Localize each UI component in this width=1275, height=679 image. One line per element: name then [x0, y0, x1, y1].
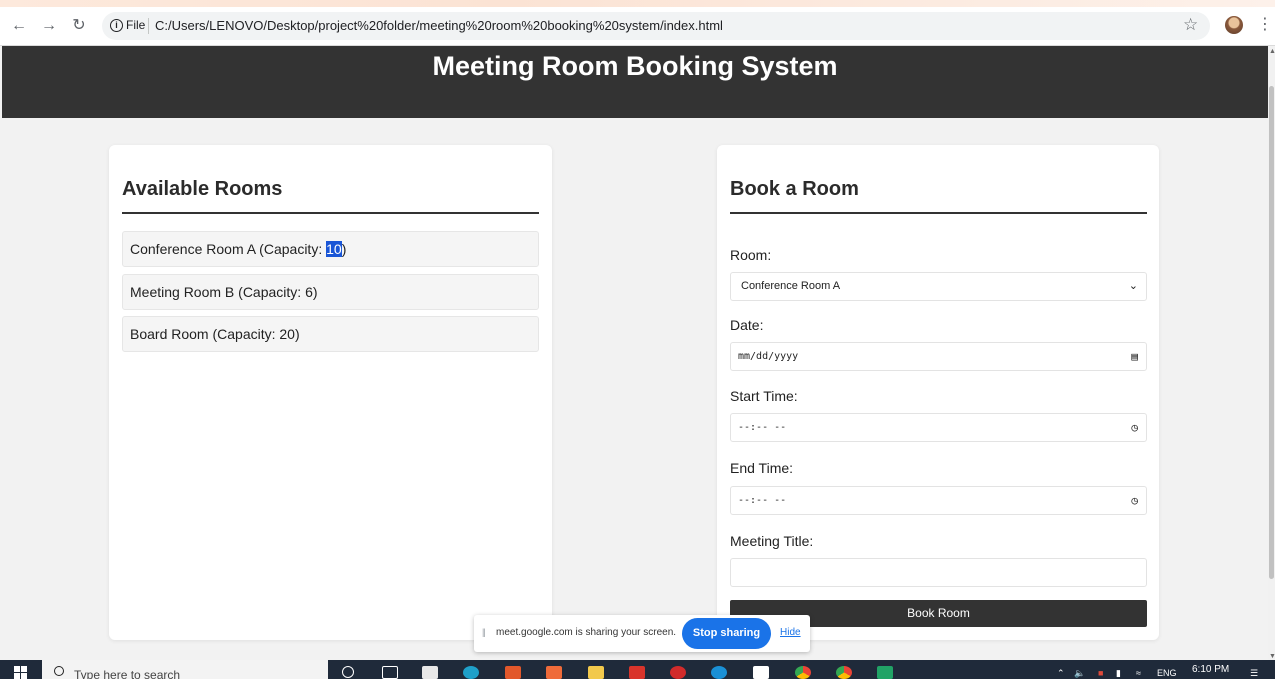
hide-link[interactable]: Hide: [780, 627, 801, 638]
stop-sharing-button[interactable]: Stop sharing: [682, 618, 771, 649]
heading-divider: [122, 212, 539, 214]
bookmark-star-icon[interactable]: ☆: [1183, 15, 1198, 35]
url-text[interactable]: C:/Users/LENOVO/Desktop/project%20folder…: [155, 18, 723, 33]
end-time-label: End Time:: [730, 460, 794, 476]
scroll-up-icon[interactable]: ▲: [1269, 48, 1275, 55]
battery-icon[interactable]: ▮: [1116, 668, 1121, 679]
scrollbar-thumb[interactable]: [1269, 86, 1274, 579]
end-time-placeholder: --:-- --: [738, 495, 787, 506]
reload-icon[interactable]: ↻: [69, 16, 89, 36]
back-icon[interactable]: ←: [9, 16, 29, 36]
room-item: Meeting Room B (Capacity: 6): [122, 274, 539, 310]
task-view-icon[interactable]: [382, 666, 398, 679]
room-item: Conference Room A (Capacity: 10): [122, 231, 539, 267]
store-icon[interactable]: [422, 666, 438, 679]
end-time-input[interactable]: --:-- -- ◷: [730, 486, 1147, 515]
wifi-icon[interactable]: ≈: [1136, 668, 1141, 678]
date-input[interactable]: mm/dd/yyyy ▤: [730, 342, 1147, 371]
start-time-placeholder: --:-- --: [738, 422, 787, 433]
site-info-icon[interactable]: i: [110, 19, 123, 32]
available-rooms-panel: Available Rooms Conference Room A (Capac…: [109, 145, 552, 640]
taskbar-clock[interactable]: 6:10 PM: [1192, 664, 1229, 675]
room-select[interactable]: Conference Room A ⌄: [730, 272, 1147, 301]
edge-icon[interactable]: [463, 666, 479, 679]
taskbar: Type here to search ⌃ 🔈 ■ ▮ ≈ ENG 6:10 P…: [0, 660, 1275, 679]
chrome-icon[interactable]: [795, 666, 811, 679]
browser-toolbar: ← → ↻ i File C:/Users/LENOVO/Desktop/pro…: [0, 0, 1275, 46]
clock-icon[interactable]: ◷: [1131, 487, 1138, 514]
room-item: Board Room (Capacity: 20): [122, 316, 539, 352]
envelope-icon[interactable]: [753, 666, 769, 679]
volume-icon[interactable]: 🔈: [1074, 668, 1085, 679]
tab-strip: [0, 0, 1275, 7]
language-indicator[interactable]: ENG: [1157, 668, 1177, 678]
cortana-icon[interactable]: [342, 666, 354, 678]
forward-icon[interactable]: →: [39, 16, 59, 36]
browser-menu-icon[interactable]: ⋮: [1257, 14, 1273, 34]
start-time-label: Start Time:: [730, 388, 798, 404]
date-field-label: Date:: [730, 317, 764, 333]
page-scrollbar[interactable]: ▲ ▼: [1268, 46, 1275, 660]
room-label-suffix: ): [341, 241, 347, 257]
screen-share-bar: || meet.google.com is sharing your scree…: [474, 615, 810, 652]
taskbar-search-box[interactable]: Type here to search: [42, 660, 328, 679]
book-room-heading: Book a Room: [730, 178, 859, 200]
opera-icon[interactable]: [670, 666, 686, 679]
available-rooms-heading: Available Rooms: [122, 178, 283, 200]
heading-divider: [730, 212, 1147, 214]
page-header: Meeting Room Booking System: [2, 46, 1268, 118]
room-capacity-selected: 10: [326, 241, 342, 257]
excel-icon[interactable]: [877, 666, 893, 679]
drag-handle-icon[interactable]: ||: [482, 627, 486, 637]
book-room-panel: Book a Room Room: Conference Room A ⌄ Da…: [717, 145, 1159, 640]
room-label-prefix: Conference Room A (Capacity:: [130, 241, 327, 257]
page-title: Meeting Room Booking System: [432, 51, 838, 81]
room-label: Meeting Room B (Capacity: 6): [130, 284, 318, 300]
address-divider: [148, 18, 149, 34]
paint-app-icon[interactable]: [546, 666, 562, 679]
meeting-title-label: Meeting Title:: [730, 533, 814, 549]
windows-start-icon[interactable]: [14, 666, 27, 679]
address-bar[interactable]: i File C:/Users/LENOVO/Desktop/project%2…: [102, 12, 1210, 40]
skype-icon[interactable]: [711, 666, 727, 679]
antivirus-icon[interactable]: ■: [1098, 668, 1103, 678]
profile-avatar[interactable]: [1225, 16, 1243, 34]
start-time-input[interactable]: --:-- -- ◷: [730, 413, 1147, 442]
mail-app-icon[interactable]: [629, 666, 645, 679]
calendar-icon[interactable]: ▤: [1131, 343, 1138, 370]
tray-chevron-icon[interactable]: ⌃: [1057, 668, 1065, 679]
clock-icon[interactable]: ◷: [1131, 414, 1138, 441]
notifications-icon[interactable]: ☰: [1250, 668, 1258, 679]
room-field-label: Room:: [730, 247, 772, 263]
powerpoint-icon[interactable]: [505, 666, 521, 679]
file-scheme-label: File: [126, 18, 146, 32]
file-explorer-icon[interactable]: [588, 666, 604, 679]
share-message: meet.google.com is sharing your screen.: [496, 627, 677, 638]
date-placeholder: mm/dd/yyyy: [738, 351, 799, 362]
chrome-icon[interactable]: [836, 666, 852, 679]
taskbar-search-placeholder: Type here to search: [74, 668, 181, 679]
chevron-down-icon: ⌄: [1128, 280, 1138, 292]
scroll-down-icon[interactable]: ▼: [1269, 653, 1275, 660]
meeting-title-input[interactable]: [730, 558, 1147, 587]
room-label: Board Room (Capacity: 20): [130, 326, 300, 342]
room-select-value: Conference Room A: [741, 280, 841, 292]
search-icon: [54, 666, 64, 676]
